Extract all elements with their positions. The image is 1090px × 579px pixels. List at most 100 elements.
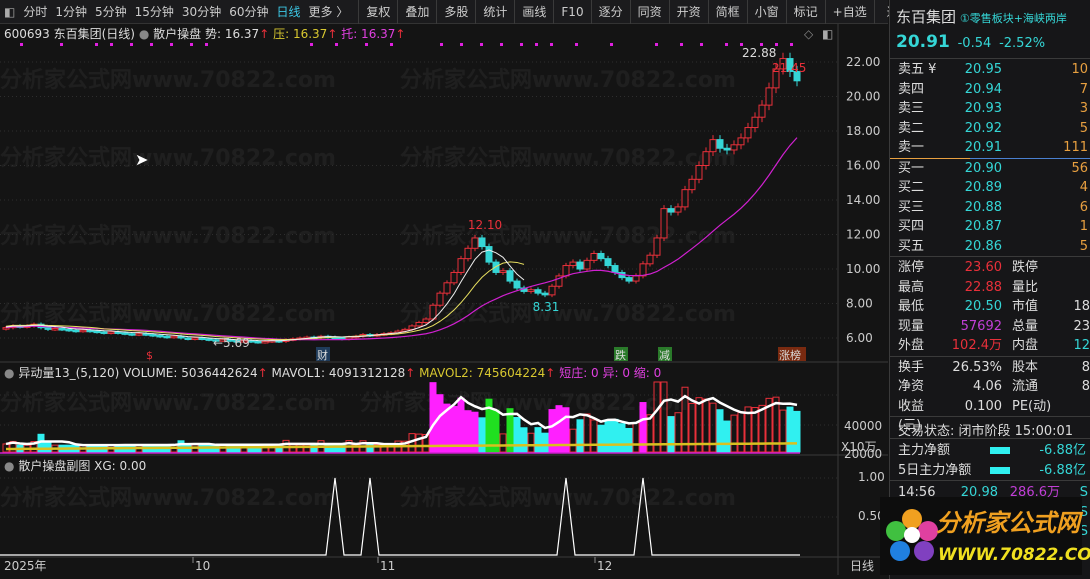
stat-value: 23.60 bbox=[964, 260, 1002, 275]
price-tick: 18.00 bbox=[846, 124, 880, 138]
candle-body bbox=[128, 333, 136, 336]
bid-row[interactable]: 买四 20.87 1 bbox=[890, 217, 1090, 237]
xg-value: XG: 0.00 bbox=[94, 459, 147, 473]
marker-reduce[interactable]: 减 bbox=[659, 349, 670, 362]
sub-indicator-name[interactable]: 散户操盘副图 bbox=[18, 459, 90, 473]
price-tick: 22.00 bbox=[846, 55, 880, 69]
price-change-pct: -2.52% bbox=[999, 36, 1046, 51]
stat-value: 0.100 bbox=[964, 398, 1002, 414]
bid-price: 20.88 bbox=[964, 199, 1002, 215]
candle-body bbox=[569, 261, 577, 267]
candle-body bbox=[58, 328, 66, 331]
candle-body bbox=[765, 87, 773, 106]
stat-value: 102.4万 bbox=[951, 338, 1002, 353]
candle-body bbox=[457, 258, 465, 273]
volume-bar bbox=[499, 433, 507, 453]
sub-header: ● 散户操盘副图 XG: 0.00 bbox=[4, 457, 146, 474]
signal-dot bbox=[575, 43, 578, 46]
ask-row[interactable]: 卖三 20.93 3 bbox=[890, 99, 1090, 119]
ask-row[interactable]: 卖二 20.92 5 bbox=[890, 119, 1090, 139]
ask-row[interactable]: 卖四 20.94 7 bbox=[890, 80, 1090, 100]
stat-row: 现量 57692 总量 23 bbox=[890, 317, 1090, 337]
ask-row[interactable]: 卖一 20.91 111 bbox=[890, 138, 1090, 158]
xaxis-period[interactable]: 日线 bbox=[850, 559, 874, 573]
flow-row: 5日主力净额 -6.88亿 bbox=[890, 461, 1090, 481]
volume-bar bbox=[730, 414, 738, 453]
volume-bar bbox=[646, 414, 654, 453]
bid-volume: 5 bbox=[1079, 238, 1088, 254]
kline-chart[interactable]: 22.00 20.00 18.00 16.00 14.00 12.00 10.00 8.00 6… bbox=[0, 0, 888, 579]
bid-row[interactable]: 买三 20.88 6 bbox=[890, 198, 1090, 218]
volume-bar bbox=[597, 424, 605, 453]
ask-price: 20.94 bbox=[964, 81, 1002, 97]
candle-body bbox=[422, 318, 430, 323]
signal-dot bbox=[655, 43, 658, 46]
stat-label: 收益(三) bbox=[898, 398, 925, 434]
candle-body bbox=[345, 336, 353, 340]
indicator-toggle-icon[interactable]: ● bbox=[4, 459, 14, 473]
volume-bar bbox=[429, 382, 437, 453]
volume-bar bbox=[674, 412, 682, 453]
ask-volume: 10 bbox=[1071, 62, 1088, 77]
candle-body bbox=[492, 261, 500, 273]
candle-body bbox=[660, 208, 668, 239]
bid-row[interactable]: 买二 20.89 4 bbox=[890, 178, 1090, 198]
ask-price: 20.95 bbox=[964, 62, 1002, 77]
volume-bar bbox=[779, 409, 787, 453]
price-tick: 14.00 bbox=[846, 193, 880, 207]
bid-label: 买五 bbox=[898, 238, 925, 254]
marker-limit-list[interactable]: 涨榜 bbox=[779, 348, 801, 362]
candle-body bbox=[632, 275, 640, 282]
ask-price: 20.91 bbox=[964, 140, 1002, 155]
bid-row[interactable]: 买一 20.90 56 bbox=[890, 159, 1090, 179]
signal-dot bbox=[680, 43, 683, 46]
candle-body bbox=[653, 237, 661, 256]
candle-body bbox=[513, 280, 521, 289]
candle-body bbox=[86, 329, 94, 333]
candle-body bbox=[163, 335, 171, 339]
bid-volume: 1 bbox=[1079, 219, 1088, 234]
sector-tags[interactable]: ①零售板块+海峡两岸 bbox=[960, 12, 1067, 25]
volume-indicator-name[interactable]: 异动量13_(5,120) bbox=[18, 366, 119, 380]
signal-dot bbox=[520, 43, 523, 46]
candle-body bbox=[443, 282, 451, 294]
ask-volume: 5 bbox=[1079, 120, 1088, 136]
stat-label-2: 市值 bbox=[1012, 299, 1039, 314]
volume-bar bbox=[583, 413, 591, 453]
volume-bar bbox=[177, 440, 185, 453]
volume-bar bbox=[534, 427, 542, 453]
volume-bar bbox=[44, 440, 52, 453]
stat-label-2: 总量 bbox=[1012, 318, 1039, 334]
candle-body bbox=[191, 337, 199, 340]
indicator-toggle-icon[interactable]: ● bbox=[4, 366, 14, 380]
flow-value: -6.88亿 bbox=[1039, 462, 1086, 478]
peak-label: 12.10 bbox=[468, 218, 502, 232]
stat-label-2: 跌停 bbox=[1012, 260, 1039, 275]
candle-body bbox=[142, 333, 150, 336]
stat-value: 22.88 bbox=[964, 279, 1002, 295]
candle-body bbox=[611, 265, 619, 273]
stat-label: 最高 bbox=[898, 279, 925, 295]
volume-bar bbox=[786, 406, 794, 453]
signal-dot bbox=[205, 43, 208, 46]
volume-bar bbox=[625, 427, 633, 453]
bid-price: 20.90 bbox=[964, 160, 1002, 176]
bid-price: 20.87 bbox=[964, 219, 1002, 234]
quote-panel: 东百集团 ①零售板块+海峡两岸 20.91 -0.54 -2.52% 卖五 ¥ 2… bbox=[880, 0, 1090, 579]
marker-finance[interactable]: 财 bbox=[317, 348, 328, 362]
candle-body bbox=[205, 338, 213, 341]
volume-bar bbox=[737, 411, 745, 453]
marker-drop[interactable]: 跌 bbox=[615, 348, 626, 362]
ask-row[interactable]: 卖五 ¥ 20.95 10 bbox=[890, 60, 1090, 80]
fund-flow: 主力净额 -6.88亿 5日主力净额 -6.88亿 bbox=[890, 438, 1090, 480]
stat-value-2: 12 bbox=[1073, 338, 1090, 353]
bid-volume: 6 bbox=[1079, 199, 1088, 215]
bid-row[interactable]: 买五 20.86 5 bbox=[890, 237, 1090, 257]
stat-value-2: 23 bbox=[1073, 318, 1090, 334]
flow-label: 5日主力净额 bbox=[898, 462, 972, 478]
vol-tick-40000: 40000 bbox=[844, 419, 882, 433]
candle-body bbox=[639, 263, 647, 277]
price-tick: 8.00 bbox=[846, 297, 873, 311]
volume-bar bbox=[618, 423, 626, 453]
marker-dollar[interactable]: $ bbox=[146, 349, 153, 362]
